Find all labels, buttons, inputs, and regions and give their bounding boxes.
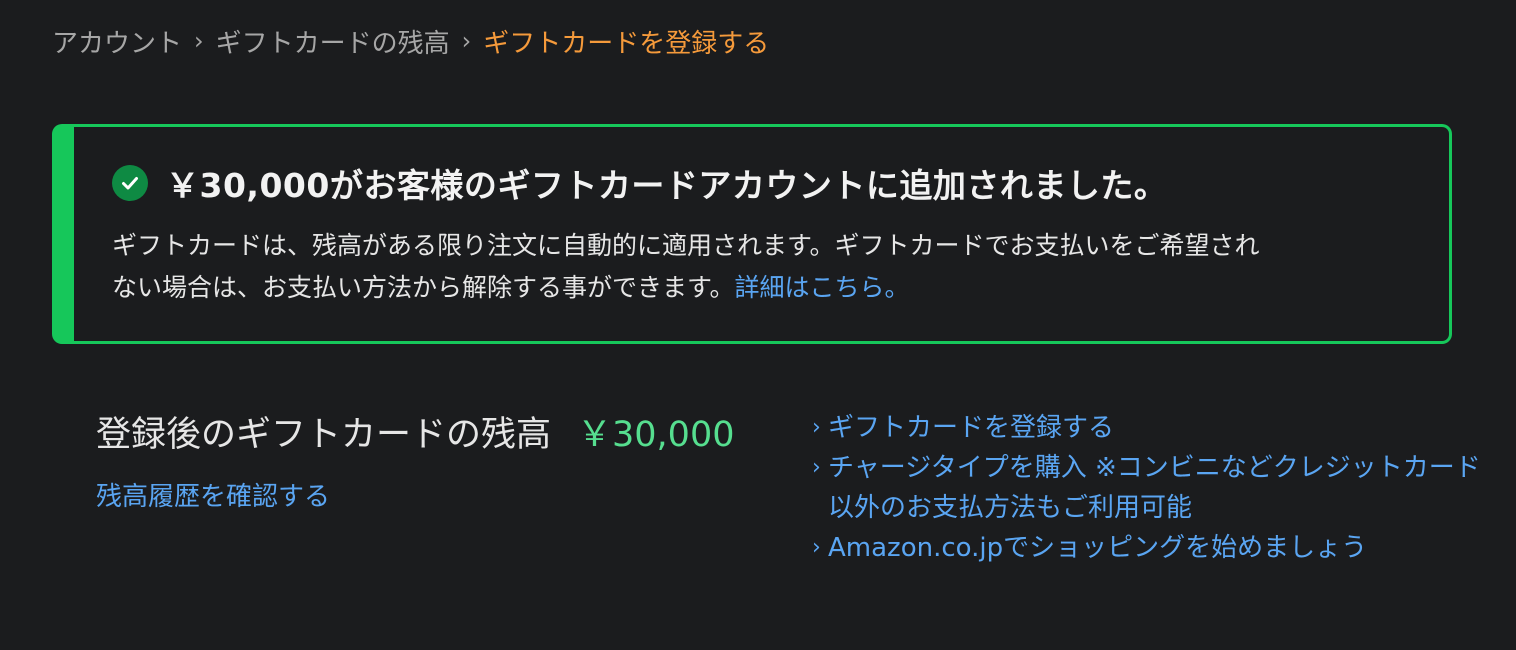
alert-body-line-2-text: ない場合は、お支払い方法から解除する事ができます。 xyxy=(112,273,735,302)
chevron-right-icon: › xyxy=(812,455,821,480)
list-item: › チャージタイプを購入 ※コンビニなどクレジットカード以外のお支払方法もご利用… xyxy=(812,448,1492,528)
alert-body-line-2: ない場合は、お支払い方法から解除する事ができます。詳細はこちら。 xyxy=(112,267,1412,309)
balance-summary: 登録後のギフトカードの残高 ￥30,000 xyxy=(96,406,734,457)
chevron-right-icon: › xyxy=(812,535,821,560)
alert-title: ￥30,000がお客様のギフトカードアカウントに追加されました。 xyxy=(166,166,1168,205)
page: アカウント › ギフトカードの残高 › ギフトカードを登録する ￥30,000が… xyxy=(0,0,1516,650)
breadcrumb-item-account[interactable]: アカウント xyxy=(52,23,182,60)
balance-amount: ￥30,000 xyxy=(577,415,735,455)
balance-history-link[interactable]: 残高履歴を確認する xyxy=(96,476,330,513)
success-alert: ￥30,000がお客様のギフトカードアカウントに追加されました。 ギフトカードは… xyxy=(52,124,1452,344)
list-item: › ギフトカードを登録する xyxy=(812,408,1492,448)
chevron-right-icon: › xyxy=(812,415,821,440)
alert-body-line-1: ギフトカードは、残高がある限り注文に自動的に適用されます。ギフトカードでお支払い… xyxy=(112,231,1260,260)
breadcrumb-item-current: ギフトカードを登録する xyxy=(483,28,770,59)
details-link[interactable]: 詳細はこちら。 xyxy=(735,273,910,302)
list-item: › Amazon.co.jpでショッピングを始めましょう xyxy=(812,528,1492,568)
check-circle-icon xyxy=(112,165,148,201)
balance-label: 登録後のギフトカードの残高 xyxy=(96,415,552,455)
breadcrumb-separator-icon: › xyxy=(194,27,204,55)
alert-body: ギフトカードは、残高がある限り注文に自動的に適用されます。ギフトカードでお支払い… xyxy=(112,225,1412,309)
related-links: › ギフトカードを登録する › チャージタイプを購入 ※コンビニなどクレジットカ… xyxy=(812,408,1492,568)
register-gift-card-link[interactable]: ギフトカードを登録する xyxy=(828,413,1114,443)
breadcrumb-separator-icon: › xyxy=(461,27,472,55)
breadcrumb: アカウント › ギフトカードの残高 › ギフトカードを登録する xyxy=(52,22,769,60)
breadcrumb-item-gift-card-balance[interactable]: ギフトカードの残高 xyxy=(216,23,450,60)
alert-heading: ￥30,000がお客様のギフトカードアカウントに追加されました。 xyxy=(112,159,1167,207)
buy-charge-type-link[interactable]: チャージタイプを購入 ※コンビニなどクレジットカード以外のお支払方法もご利用可能 xyxy=(828,453,1481,523)
start-shopping-link[interactable]: Amazon.co.jpでショッピングを始めましょう xyxy=(828,533,1367,563)
